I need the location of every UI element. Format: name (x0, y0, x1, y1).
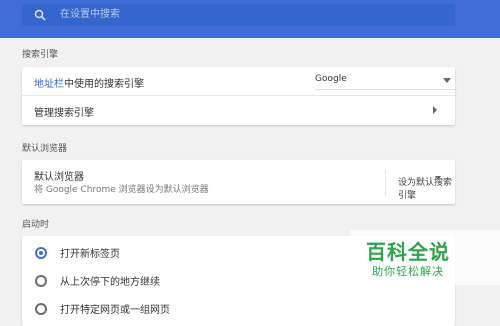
watermark: 百科全说 助你轻松解决 (350, 230, 500, 285)
search-icon (34, 9, 46, 21)
vertical-divider (385, 170, 386, 196)
section-title-on-startup: 启动时 (22, 220, 50, 230)
address-bar-engine-label: 地址栏中使用的搜索引擎 (34, 75, 144, 90)
address-bar-engine-row: 地址栏中使用的搜索引擎 Google (22, 67, 457, 95)
address-bar-text: 中使用的搜索引擎 (64, 79, 144, 90)
section-title-search-engine: 搜索引擎 (22, 50, 59, 60)
startup-option-label: 从上次停下的地方继续 (60, 277, 160, 288)
search-engine-value: Google (315, 74, 347, 84)
search-engine-card: 地址栏中使用的搜索引擎 Google 管理搜索引擎 (22, 67, 457, 125)
default-browser-title: 默认浏览器 (34, 172, 84, 183)
radio-button[interactable] (35, 275, 47, 287)
default-browser-card: 默认浏览器 将 Google Chrome 浏览器设为默认浏览器 设为默认搜索引… (22, 160, 455, 204)
search-input[interactable]: 在设置中搜索 (60, 8, 120, 22)
chevron-down-icon (443, 78, 451, 83)
settings-header: 在设置中搜索 (0, 0, 500, 38)
startup-option-label: 打开新标签页 (60, 249, 120, 260)
search-engine-select[interactable]: Google (315, 73, 457, 90)
radio-button[interactable] (35, 247, 47, 259)
make-default-button[interactable]: 设为默认搜索引擎 (398, 175, 455, 201)
address-bar-link[interactable]: 地址栏 (34, 79, 64, 90)
watermark-title: 百科全说 (366, 240, 450, 264)
chevron-right-icon (433, 106, 437, 114)
chevron-down-icon[interactable] (435, 176, 441, 180)
default-browser-subtitle: 将 Google Chrome 浏览器设为默认浏览器 (34, 185, 209, 195)
startup-option-label: 打开特定网页或一组网页 (60, 305, 170, 316)
search-box[interactable]: 在设置中搜索 (22, 4, 455, 26)
radio-button[interactable] (35, 303, 47, 315)
watermark-subtitle: 助你轻松解决 (372, 265, 444, 278)
section-title-default-browser: 默认浏览器 (22, 144, 68, 154)
startup-option-specific-pages[interactable]: 打开特定网页或一组网页 (22, 294, 455, 322)
manage-search-engines-label: 管理搜索引擎 (34, 108, 94, 119)
manage-search-engines-row[interactable]: 管理搜索引擎 (22, 96, 455, 124)
